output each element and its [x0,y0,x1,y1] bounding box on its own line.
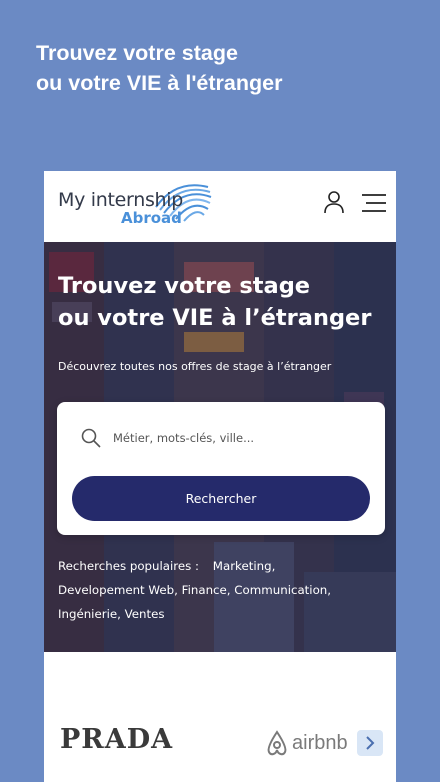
popular-link-marketing[interactable]: Marketing [213,559,272,573]
popular-searches: Recherches populaires : Marketing, Devel… [58,559,332,621]
popular-link-web-dev[interactable]: Developement Web [58,583,174,597]
app-header: My internship Abroad [44,171,396,242]
hero-title-line2: ou votre VIE à l’étranger [58,305,372,331]
brand-logo-prada: PRADA [60,724,174,755]
app-screen: My internship Abroad Trouvez votre stage… [44,171,396,782]
search-button[interactable]: Rechercher [72,476,370,521]
hero-title: Trouvez votre stage ou votre VIE à l’étr… [58,270,388,334]
hero-subtitle: Découvrez toutes nos offres de stage à l… [58,360,332,373]
chevron-right-icon [366,736,375,750]
popular-link-communication[interactable]: Communication [234,583,327,597]
promo-title-line2: ou votre VIE à l'étranger [36,71,283,95]
promo-title: Trouvez votre stage ou votre VIE à l'étr… [36,38,416,98]
search-input[interactable] [113,422,363,454]
brand-logo[interactable]: My internship Abroad [58,184,218,229]
popular-link-sales[interactable]: Ventes [125,607,165,621]
hero-section: Trouvez votre stage ou votre VIE à l’étr… [44,242,396,652]
carousel-next-button[interactable] [357,730,383,756]
logo-subtext: Abroad [121,209,182,227]
hero-title-line1: Trouvez votre stage [58,273,311,299]
popular-link-finance[interactable]: Finance [182,583,227,597]
logo-text: My internship [58,189,184,211]
search-card: Rechercher [57,402,385,535]
brands-carousel [44,652,396,782]
search-icon [81,428,101,448]
airbnb-logo-icon [267,730,287,756]
user-icon[interactable] [322,190,346,214]
brand-logo-airbnb: airbnb [292,732,348,754]
hamburger-menu-icon[interactable] [362,193,386,213]
popular-searches-label: Recherches populaires : [58,559,200,573]
popular-link-engineering[interactable]: Ingénierie [58,607,117,621]
promo-title-line1: Trouvez votre stage [36,41,238,65]
